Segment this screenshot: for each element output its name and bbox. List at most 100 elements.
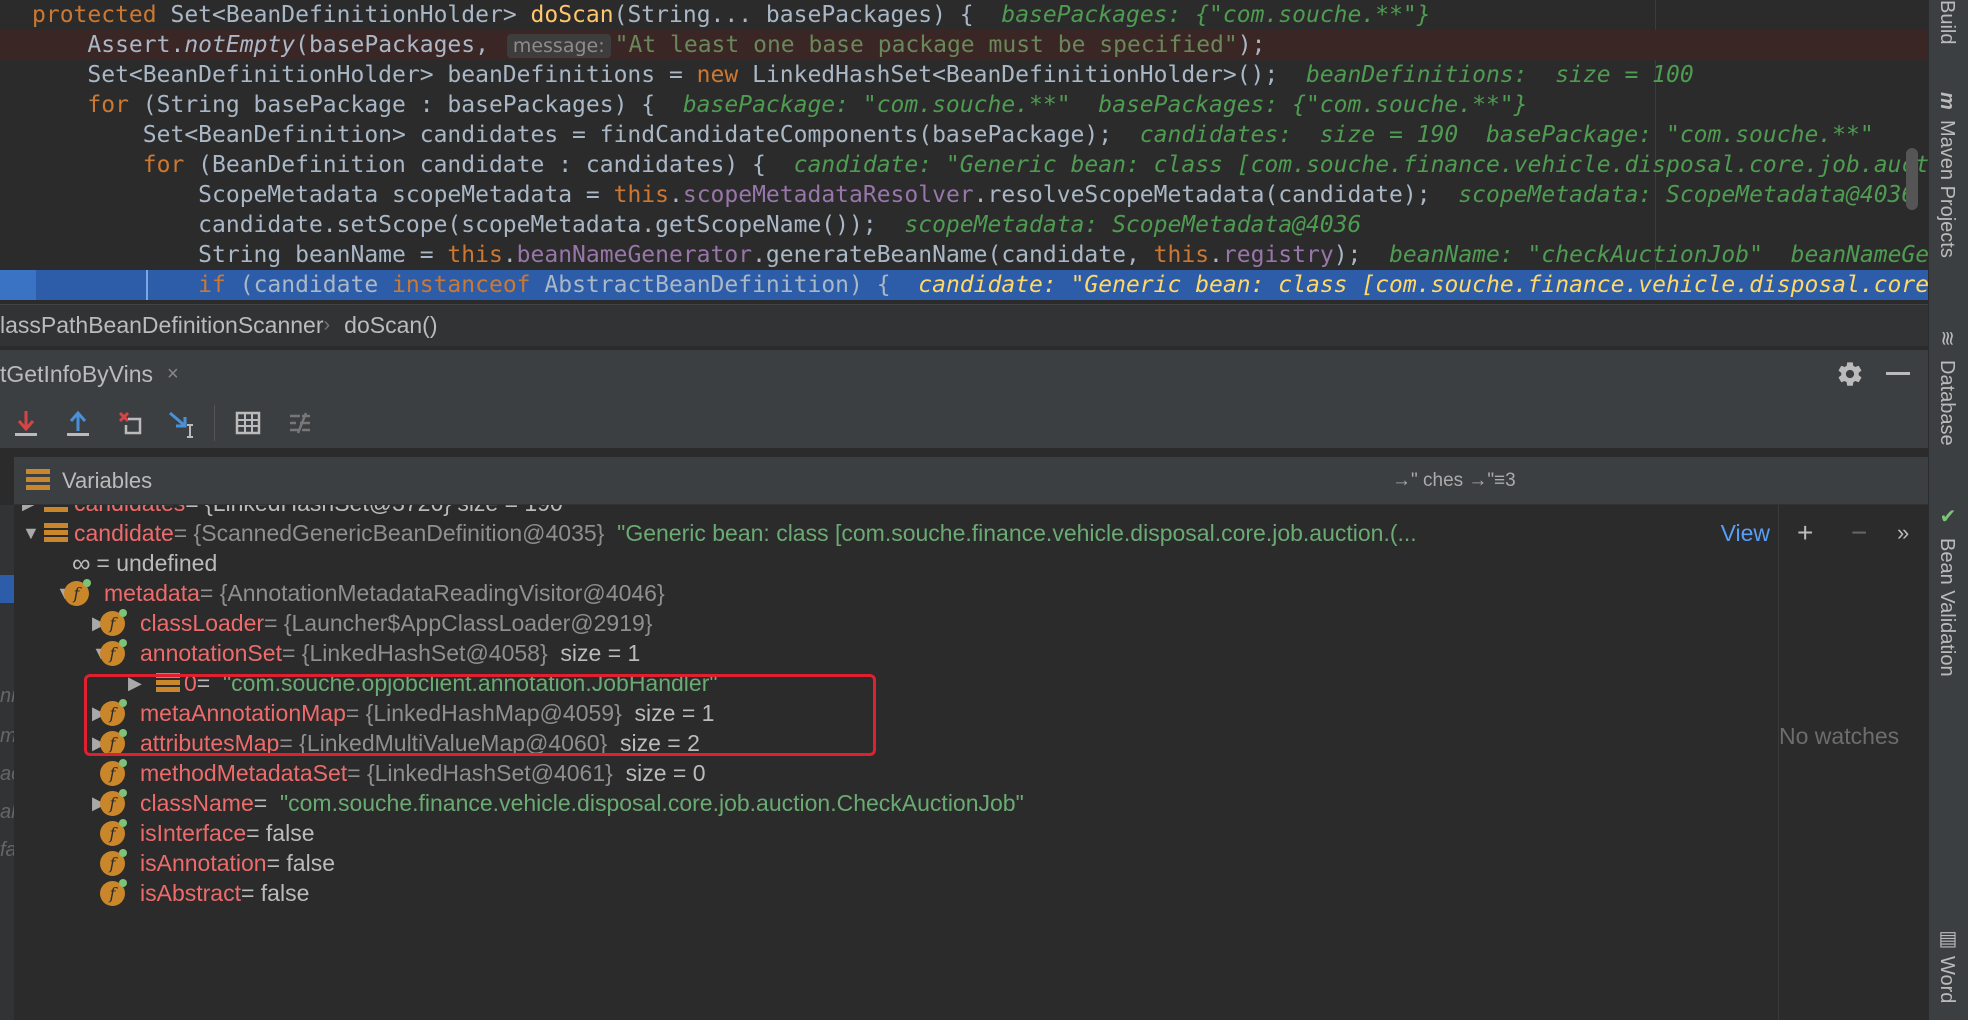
- debug-tab-bar: tGetInfoByVins ×: [0, 349, 1928, 397]
- code-token: "At least one base package must be speci…: [614, 32, 1238, 58]
- inline-debug-value: scopeMetadata: ScopeMetadata@4036: [1458, 182, 1916, 208]
- code-line[interactable]: Assert.notEmpty(basePackages, message: "A…: [0, 30, 1928, 60]
- code-token: (basePackages,: [295, 32, 503, 58]
- code-line[interactable]: for (BeanDefinition candidate : candidat…: [0, 150, 1928, 180]
- code-token: .: [1209, 242, 1223, 268]
- breadcrumb-method[interactable]: doScan(): [344, 312, 437, 339]
- code-token: LinkedHashSet<BeanDefinitionHolder>();: [752, 62, 1306, 88]
- code-token: );: [1333, 242, 1390, 268]
- code-line[interactable]: Set<BeanDefinitionHolder> beanDefinition…: [0, 60, 1928, 90]
- code-token: Set<BeanDefinitionHolder>: [170, 2, 531, 28]
- debug-toolbar: [0, 397, 1928, 449]
- breadcrumb: lassPathBeanDefinitionScanner › doScan(): [0, 304, 1928, 346]
- gear-icon[interactable]: [1836, 360, 1864, 388]
- remove-watch-button[interactable]: −: [1851, 519, 1867, 547]
- breadcrumb-separator-icon: ›: [323, 314, 331, 336]
- field-icon: f: [100, 849, 127, 876]
- code-token: (candidate: [239, 272, 393, 298]
- toolbar-separator: [214, 405, 215, 441]
- code-token: notEmpty: [184, 32, 296, 58]
- add-watch-button[interactable]: +: [1797, 519, 1813, 547]
- code-line[interactable]: for (String basePackage : basePackages) …: [0, 90, 1928, 120]
- code-token: beanNameGenerator: [516, 242, 753, 268]
- more-icon[interactable]: »: [1897, 519, 1909, 547]
- step-into-icon[interactable]: [10, 407, 42, 439]
- field-icon: f: [100, 819, 127, 846]
- code-token: this: [613, 182, 669, 208]
- code-line[interactable]: if (candidate instanceof AbstractBeanDef…: [0, 270, 1928, 300]
- code-line[interactable]: Set<BeanDefinition> candidates = findCan…: [0, 120, 1928, 150]
- code-token: this: [1153, 242, 1210, 268]
- code-token: Set<BeanDefinition> candidates = findCan…: [32, 122, 1140, 148]
- variable-name: isAbstract: [140, 880, 241, 906]
- maven-projects-tool-button[interactable]: Maven Projects: [1935, 120, 1958, 258]
- field-icon: f: [100, 879, 127, 906]
- code-token: candidate.setScope(scopeMetadata.getScop…: [32, 212, 905, 238]
- code-token: AbstractBeanDefinition) {: [544, 272, 919, 298]
- editor-scrollbar-thumb[interactable]: [1906, 148, 1918, 210]
- code-token: (String... basePackages) {: [613, 2, 1002, 28]
- breadcrumb-class[interactable]: lassPathBeanDefinitionScanner: [0, 312, 323, 339]
- field-icon: f: [100, 609, 127, 636]
- database-tool-button[interactable]: Database: [1935, 360, 1958, 446]
- code-token: .: [502, 242, 517, 268]
- layout-menu-control[interactable]: ≡3: [1494, 457, 1516, 505]
- variables-header: Variables →" ches →" ≡3: [14, 457, 1928, 505]
- word-icon: ▤: [1936, 926, 1958, 950]
- field-icon: f: [100, 639, 127, 666]
- run-to-cursor-icon[interactable]: [166, 407, 198, 439]
- collection-icon: [44, 507, 68, 512]
- code-token: .generateBeanName(candidate,: [752, 242, 1154, 268]
- code-token: this: [447, 242, 503, 268]
- inline-debug-value: candidate: "Generic bean: class [com.sou…: [918, 272, 1928, 298]
- database-icon: ≋: [1936, 330, 1958, 347]
- code-token: new: [696, 62, 753, 88]
- build-tool-button[interactable]: Build: [1935, 0, 1958, 44]
- watches-restore-control[interactable]: →" ches →": [1392, 457, 1494, 505]
- evaluate-table-icon[interactable]: [232, 407, 264, 439]
- execution-point-marker: [0, 270, 36, 300]
- watches-panel: + − » No watches: [1778, 505, 1928, 1020]
- trace-icon[interactable]: [284, 407, 316, 439]
- maven-icon: m: [1936, 92, 1958, 110]
- code-token: for: [142, 152, 199, 178]
- field-icon: f: [100, 789, 127, 816]
- code-token: doScan: [530, 2, 614, 28]
- debug-session-tab[interactable]: tGetInfoByVins ×: [0, 350, 179, 398]
- inline-debug-value: beanName: "checkAuctionJob" beanNameGene…: [1389, 242, 1928, 268]
- code-token: Set<BeanDefinitionHolder> beanDefinition…: [32, 62, 697, 88]
- inline-debug-value: candidate: "Generic bean: class [com.sou…: [793, 152, 1928, 178]
- collection-icon: [44, 523, 68, 542]
- variables-tree[interactable]: ▶candidates = {LinkedHashSet@3726} size …: [14, 505, 1784, 1020]
- code-line[interactable]: protected Set<BeanDefinitionHolder> doSc…: [0, 0, 1928, 30]
- code-token: for: [87, 92, 143, 118]
- code-line[interactable]: candidate.setScope(scopeMetadata.getScop…: [0, 210, 1928, 240]
- inline-debug-value: beanDefinitions: size = 100: [1305, 62, 1694, 88]
- field-icon: f: [64, 579, 91, 606]
- code-editor[interactable]: protected Set<BeanDefinitionHolder> doSc…: [0, 0, 1928, 300]
- code-line[interactable]: String beanName = this.beanNameGenerator…: [0, 240, 1928, 270]
- close-icon[interactable]: ×: [167, 363, 179, 386]
- drop-frame-icon[interactable]: [114, 407, 146, 439]
- variable-row[interactable]: f isAbstract = false: [14, 874, 1784, 912]
- bean-validation-tool-button[interactable]: Bean Validation: [1935, 538, 1958, 677]
- code-token: if: [198, 272, 240, 298]
- inline-debug-value: scopeMetadata: ScopeMetadata@4036: [904, 212, 1362, 238]
- step-out-icon[interactable]: [62, 407, 94, 439]
- right-tool-strip: Build m Maven Projects ≋ Database ✔ Bean…: [1928, 0, 1968, 1020]
- code-token: String beanName =: [32, 242, 448, 268]
- code-token: .resolveScopeMetadata(candidate);: [973, 182, 1459, 208]
- left-frames-strip: ni m ac al fa: [0, 505, 21, 1020]
- variable-value: = false: [240, 880, 310, 906]
- variables-icon: [26, 469, 50, 490]
- minimize-icon[interactable]: [1886, 372, 1910, 375]
- annotation-highlight-box: [84, 674, 876, 756]
- parameter-hint: message:: [506, 34, 611, 58]
- no-watches-text: No watches: [1779, 723, 1900, 749]
- code-line[interactable]: ScopeMetadata scopeMetadata = this. scope…: [0, 180, 1928, 210]
- code-token: ScopeMetadata scopeMetadata =: [32, 182, 614, 208]
- code-token: .: [668, 182, 683, 208]
- code-token: registry: [1222, 242, 1334, 268]
- word-tool-button[interactable]: Word: [1935, 956, 1958, 1003]
